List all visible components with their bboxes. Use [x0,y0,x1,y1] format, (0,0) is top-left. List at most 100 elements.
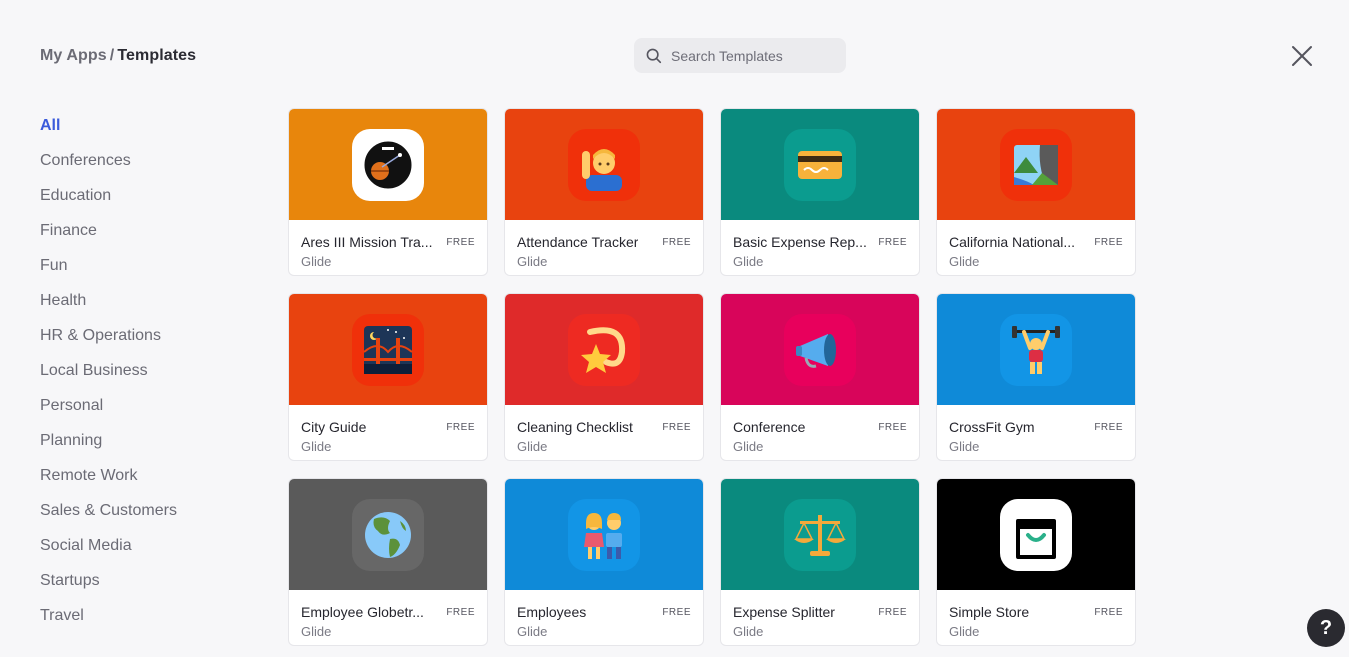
template-info: Ares III Mission Tra... FREE Glide [289,220,487,275]
price-badge: FREE [446,236,475,248]
category-remote-work[interactable]: Remote Work [40,458,240,493]
templates-page: My Apps/Templates AllConferencesEducatio… [0,0,1349,657]
template-info: California National... FREE Glide [937,220,1135,275]
template-title-row: City Guide FREE [301,419,475,435]
template-title: Conference [733,419,806,435]
template-author: Glide [949,254,980,269]
template-title: Employee Globetr... [301,604,424,620]
template-info: City Guide FREE Glide [289,405,487,460]
category-local-business[interactable]: Local Business [40,353,240,388]
template-banner [505,479,703,590]
breadcrumb: My Apps / Templates [40,47,196,65]
template-banner [289,479,487,590]
template-card[interactable]: City Guide FREE Glide [288,293,488,461]
close-button[interactable] [1288,42,1316,70]
template-title-row: Basic Expense Rep... FREE [733,234,907,250]
price-badge: FREE [878,421,907,433]
category-education[interactable]: Education [40,178,240,213]
category-fun[interactable]: Fun [40,248,240,283]
template-card[interactable]: Simple Store FREE Glide [936,478,1136,646]
template-card[interactable]: Cleaning Checklist FREE Glide [504,293,704,461]
category-startups[interactable]: Startups [40,563,240,598]
category-social-media[interactable]: Social Media [40,528,240,563]
template-info: Cleaning Checklist FREE Glide [505,405,703,460]
template-author: Glide [949,624,980,639]
template-info: CrossFit Gym FREE Glide [937,405,1135,460]
price-badge: FREE [662,236,691,248]
category-travel[interactable]: Travel [40,598,240,633]
template-author: Glide [301,624,332,639]
template-author: Glide [301,254,332,269]
template-banner [289,109,487,220]
template-title: CrossFit Gym [949,419,1035,435]
template-author: Glide [733,624,764,639]
ares-mission-patch-icon [352,128,424,201]
price-badge: FREE [1094,606,1123,618]
template-card[interactable]: Conference FREE Glide [720,293,920,461]
price-badge: FREE [662,421,691,433]
template-title: Attendance Tracker [517,234,639,250]
template-title-row: CrossFit Gym FREE [949,419,1123,435]
breadcrumb-current: Templates [117,47,197,64]
template-author: Glide [949,439,980,454]
category-finance[interactable]: Finance [40,213,240,248]
search-box[interactable] [634,38,846,73]
category-planning[interactable]: Planning [40,423,240,458]
template-info: Employees FREE Glide [505,590,703,645]
template-info: Basic Expense Rep... FREE Glide [721,220,919,275]
template-title-row: Expense Splitter FREE [733,604,907,620]
category-sales-customers[interactable]: Sales & Customers [40,493,240,528]
template-card[interactable]: Employee Globetr... FREE Glide [288,478,488,646]
balance-scale-icon [784,498,856,571]
category-personal[interactable]: Personal [40,388,240,423]
template-title-row: California National... FREE [949,234,1123,250]
template-author: Glide [517,624,548,639]
shooting-star-icon [568,313,640,386]
price-badge: FREE [878,236,907,248]
price-badge: FREE [446,421,475,433]
national-park-icon [1000,128,1072,201]
template-title-row: Simple Store FREE [949,604,1123,620]
template-card[interactable]: Employees FREE Glide [504,478,704,646]
template-title-row: Attendance Tracker FREE [517,234,691,250]
price-badge: FREE [878,606,907,618]
template-title: Simple Store [949,604,1030,620]
globe-americas-icon [352,498,424,571]
template-card[interactable]: CrossFit Gym FREE Glide [936,293,1136,461]
template-title-row: Cleaning Checklist FREE [517,419,691,435]
two-people-icon [568,498,640,571]
template-author: Glide [733,254,764,269]
breadcrumb-my-apps[interactable]: My Apps [40,47,107,64]
category-conferences[interactable]: Conferences [40,143,240,178]
template-title: City Guide [301,419,367,435]
template-title-row: Ares III Mission Tra... FREE [301,234,475,250]
template-title: Employees [517,604,587,620]
price-badge: FREE [1094,236,1123,248]
template-card[interactable]: California National... FREE Glide [936,108,1136,276]
template-banner [721,294,919,405]
template-title-row: Employees FREE [517,604,691,620]
category-all[interactable]: All [40,108,240,143]
category-hr-operations[interactable]: HR & Operations [40,318,240,353]
template-card[interactable]: Ares III Mission Tra... FREE Glide [288,108,488,276]
help-button[interactable]: ? [1307,609,1345,647]
category-health[interactable]: Health [40,283,240,318]
credit-card-icon [784,128,856,201]
template-author: Glide [517,439,548,454]
template-card[interactable]: Expense Splitter FREE Glide [720,478,920,646]
template-info: Expense Splitter FREE Glide [721,590,919,645]
template-card[interactable]: Attendance Tracker FREE Glide [504,108,704,276]
template-banner [505,109,703,220]
shopping-bag-icon [1000,498,1072,571]
template-info: Simple Store FREE Glide [937,590,1135,645]
bridge-at-night-icon [352,313,424,386]
template-card[interactable]: Basic Expense Rep... FREE Glide [720,108,920,276]
template-author: Glide [301,439,332,454]
price-badge: FREE [1094,421,1123,433]
template-title: Cleaning Checklist [517,419,633,435]
template-info: Attendance Tracker FREE Glide [505,220,703,275]
megaphone-icon [784,313,856,386]
template-banner [937,479,1135,590]
weightlifter-icon [1000,313,1072,386]
search-input[interactable] [671,47,841,64]
